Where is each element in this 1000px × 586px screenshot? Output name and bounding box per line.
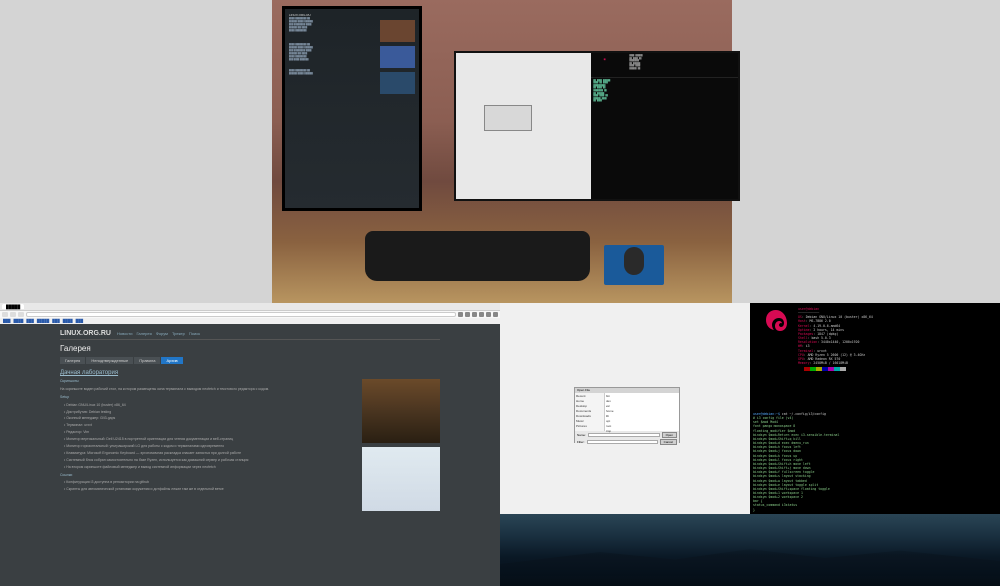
file-list: bin dev etc home lib opt root tmp: [605, 393, 679, 431]
desktop-wallpaper: [500, 514, 1000, 586]
browser-tab[interactable]: █████: [2, 304, 24, 309]
tab[interactable]: Правила: [134, 357, 160, 364]
code-terminal[interactable]: user@debian:~$ cat ~/.config/i3/config #…: [750, 409, 1000, 517]
tab[interactable]: Галерея: [60, 357, 85, 364]
filter-label: Filter:: [577, 440, 585, 444]
nav-link[interactable]: Форум: [156, 331, 168, 336]
bookmark[interactable]: ████: [63, 319, 73, 323]
neofetch-terminal[interactable]: user@debian ─────────── OS: Debian GNU/L…: [750, 303, 1000, 409]
footer-label: Ссылки: [60, 473, 356, 478]
file-manager-window: Open File Recent Home Desktop Documents …: [500, 303, 750, 514]
neofetch-output: user@debian ─────────── OS: Debian GNU/L…: [798, 307, 873, 371]
list-item: Редактор: Vim: [64, 430, 356, 435]
footer-list: Конфигурация i3 доступна в репозитории н…: [60, 480, 356, 492]
list-item: Debian GNU/Linux 10 (buster) x86_64: [64, 403, 356, 408]
thumbnail[interactable]: [362, 447, 440, 511]
file[interactable]: lib: [606, 414, 678, 418]
place[interactable]: Music: [576, 419, 603, 423]
subheading: Скриншоты: [60, 379, 356, 384]
filter-input[interactable]: [587, 440, 658, 444]
article-thumbnails: [362, 379, 440, 515]
list-item: На втором скриншоте файловый менеджер и …: [64, 465, 356, 470]
extension-icon[interactable]: [458, 312, 463, 317]
nav-link[interactable]: Галерея: [136, 331, 151, 336]
nf-line: Memory: 2458MiB / 16018MiB: [798, 361, 873, 365]
open-file-dialog: Open File Recent Home Desktop Documents …: [574, 387, 680, 443]
setup-label: Setup: [60, 395, 356, 400]
code-line: }: [753, 508, 997, 512]
site-nav: Новости Галерея Форум Трекер Поиск: [117, 331, 200, 336]
article-title[interactable]: Дачная лаборатория: [60, 370, 440, 376]
nav-link[interactable]: Трекер: [172, 331, 185, 336]
place[interactable]: Desktop: [576, 404, 603, 408]
reload-button[interactable]: [18, 312, 24, 317]
nav-link[interactable]: Новости: [117, 331, 132, 336]
place[interactable]: Downloads: [576, 414, 603, 418]
keyboard: [365, 231, 590, 281]
menu-icon[interactable]: [493, 312, 498, 317]
desk-photo: LINUX.ORG.RU ████ ████████ ██ ██████ ███…: [272, 0, 732, 303]
open-button[interactable]: Open: [662, 432, 677, 438]
extension-icon[interactable]: [472, 312, 477, 317]
vertical-monitor: LINUX.ORG.RU ████ ████████ ██ ██████ ███…: [282, 6, 422, 211]
forward-button[interactable]: [10, 312, 16, 317]
name-input[interactable]: [588, 433, 660, 437]
file[interactable]: opt: [606, 419, 678, 423]
file[interactable]: home: [606, 409, 678, 413]
browser-window: █████ ███ ████ ███ █████ ███ ████ ███ LI…: [0, 303, 500, 586]
file[interactable]: bin: [606, 394, 678, 398]
page-content: LINUX.ORG.RU Новости Галерея Форум Треке…: [0, 324, 500, 586]
list-item: Монитор горизонтальный: ультраширокий LG…: [64, 444, 356, 449]
right-desktop-area: Open File Recent Home Desktop Documents …: [500, 303, 1000, 586]
url-bar[interactable]: [26, 312, 456, 317]
site-logo[interactable]: LINUX.ORG.RU: [60, 330, 111, 337]
list-item: Системный блок собран самостоятельно на …: [64, 458, 356, 463]
list-item: Конфигурация i3 доступна в репозитории н…: [64, 480, 356, 485]
list-item: Оконный менеджер: i3/i3-gaps: [64, 416, 356, 421]
place[interactable]: Recent: [576, 394, 603, 398]
monitor-content: LINUX.ORG.RU ████ ████████ ██ ██████ ███…: [289, 13, 415, 76]
extension-icon[interactable]: [479, 312, 484, 317]
list-item: Скрипты для автоматической установки окр…: [64, 487, 356, 492]
place[interactable]: Pictures: [576, 424, 603, 428]
intro: На скриншоте виден рабочий стол, на кото…: [60, 387, 356, 392]
article-body: Скриншоты На скриншоте виден рабочий сто…: [60, 379, 356, 515]
list-item: Дистрибутив: Debian testing: [64, 410, 356, 415]
thumbnail[interactable]: [362, 379, 440, 443]
list-item: Клавиатура: Microsoft Ergonomic Keyboard…: [64, 451, 356, 456]
cancel-button[interactable]: Cancel: [660, 439, 677, 445]
tab-active[interactable]: Архив: [161, 357, 182, 364]
ultrawide-monitor: ◉ ████ ████████ ████ ████████████ ██████…: [454, 51, 740, 201]
places-sidebar: Recent Home Desktop Documents Downloads …: [575, 393, 605, 431]
file[interactable]: etc: [606, 404, 678, 408]
bookmark[interactable]: █████: [37, 319, 49, 323]
nav-link[interactable]: Поиск: [189, 331, 200, 336]
bookmark[interactable]: ███: [26, 319, 33, 323]
file[interactable]: dev: [606, 399, 678, 403]
bookmark[interactable]: ███: [3, 319, 10, 323]
setup-list: Debian GNU/Linux 10 (buster) x86_64 Дист…: [60, 403, 356, 470]
extension-icon[interactable]: [465, 312, 470, 317]
back-button[interactable]: [2, 312, 8, 317]
color-blocks: [798, 367, 873, 371]
list-item: Монитор вертикальный: Dell U2415 в портр…: [64, 437, 356, 442]
list-item: Терминал: urxvt: [64, 423, 356, 428]
debian-logo-icon: [760, 306, 792, 338]
extension-icon[interactable]: [486, 312, 491, 317]
page-tabs: Галерея Неподтвержденные Правила Архив: [60, 357, 440, 364]
browser-tabs: █████: [0, 303, 500, 311]
bookmark[interactable]: ███: [76, 319, 83, 323]
browser-toolbar: [0, 311, 500, 318]
file[interactable]: root: [606, 424, 678, 428]
tab[interactable]: Неподтвержденные: [86, 357, 133, 364]
section-title: Галерея: [60, 344, 440, 353]
bookmark[interactable]: ███: [52, 319, 59, 323]
name-label: Name:: [577, 433, 586, 437]
bookmark[interactable]: ████: [13, 319, 23, 323]
mouse: [624, 247, 644, 275]
place[interactable]: Documents: [576, 409, 603, 413]
place[interactable]: Home: [576, 399, 603, 403]
